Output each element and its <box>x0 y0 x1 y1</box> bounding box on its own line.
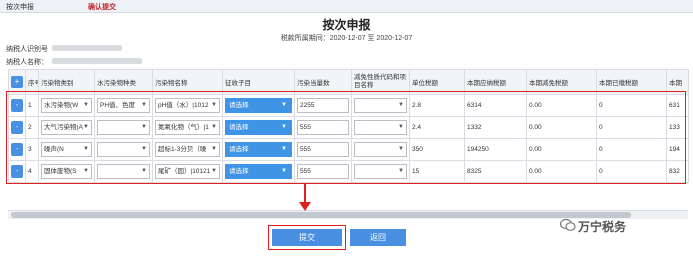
annotation-arrow-icon <box>299 202 311 211</box>
redacted-taxpayer-name <box>52 58 142 64</box>
watermark-text: 万宁税务 <box>578 220 627 234</box>
taxpayer-id-label: 纳税人识别号 <box>6 46 48 53</box>
add-row-button[interactable]: + <box>11 76 23 88</box>
tax-period: 税款所属期间：2020-12-07 至 2020-12-07 <box>280 35 413 42</box>
tab-by-time-declare[interactable]: 按次申报 <box>6 2 34 12</box>
tab-confirm-submit[interactable]: 确认提交 <box>88 2 116 12</box>
submit-button[interactable]: 提交 <box>272 229 342 246</box>
annotation-arrow-line <box>304 184 306 204</box>
wechat-logo-icon <box>560 218 576 231</box>
rows-highlight-box <box>6 91 686 184</box>
redacted-taxpayer-id <box>52 45 122 51</box>
top-tab-bar: 按次申报 确认提交 <box>0 0 693 13</box>
scrollbar-thumb[interactable] <box>11 212 631 218</box>
taxpayer-name-label: 纳税人名称： <box>6 59 48 66</box>
back-button[interactable]: 返回 <box>350 229 406 246</box>
page-title: 按次申报 <box>322 18 371 32</box>
